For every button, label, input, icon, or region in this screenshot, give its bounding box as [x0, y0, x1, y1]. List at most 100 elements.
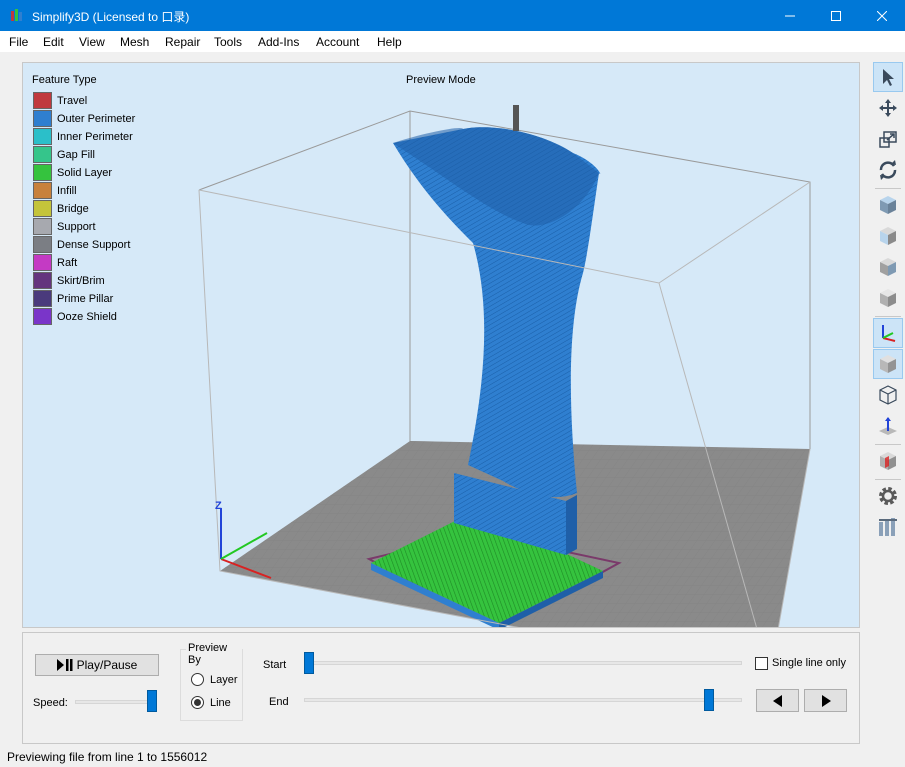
layer-radio[interactable]	[191, 673, 204, 686]
legend-label: Support	[57, 221, 96, 233]
rotate-tool-button[interactable]	[873, 155, 903, 185]
start-label: Start	[263, 659, 287, 671]
window-title: Simplify3D (Licensed to 口录)	[32, 10, 190, 24]
legend-swatch	[33, 308, 52, 325]
legend-label: Travel	[57, 95, 88, 107]
start-slider-thumb[interactable]	[304, 652, 314, 674]
front-view-button[interactable]	[873, 221, 903, 251]
menu-help[interactable]: Help	[377, 35, 402, 49]
select-arrow-icon	[883, 69, 894, 86]
legend-swatch	[33, 110, 52, 127]
viewport-frame: Z Feature Type Travel Outer Perimeter Inne…	[22, 62, 860, 628]
triangle-left-icon	[772, 694, 782, 707]
line-radio-label: Line	[210, 697, 231, 709]
legend-label: Prime Pillar	[57, 293, 114, 305]
speed-slider-thumb[interactable]	[147, 690, 157, 712]
end-slider[interactable]	[304, 698, 742, 702]
menu-view[interactable]: View	[79, 35, 105, 49]
end-slider-thumb[interactable]	[704, 689, 715, 711]
settings-button[interactable]	[873, 481, 903, 511]
toolbar-separator	[875, 316, 901, 317]
legend-swatch	[33, 146, 52, 163]
support-structures-button[interactable]	[873, 512, 903, 542]
wireframe-view-button[interactable]	[873, 380, 903, 410]
legend-swatch	[33, 290, 52, 307]
maximize-icon	[831, 10, 841, 21]
preview-by-label: Preview By	[186, 642, 242, 666]
legend-label: Ooze Shield	[57, 311, 117, 323]
legend-title: Feature Type	[32, 74, 97, 86]
toolbar-separator	[875, 479, 901, 480]
toolbar-separator	[875, 444, 901, 445]
speed-label: Speed:	[33, 697, 68, 709]
preview-viewport[interactable]: Z Feature Type Travel Outer Perimeter Inne…	[23, 63, 859, 627]
title-bar: Simplify3D (Licensed to 口录)	[0, 0, 905, 31]
play-pause-button[interactable]: Play/Pause	[35, 654, 159, 676]
rotate-icon	[879, 160, 897, 180]
legend-label: Outer Perimeter	[57, 113, 136, 125]
single-line-label: Single line only	[772, 657, 846, 669]
legend-swatch	[33, 218, 52, 235]
move-icon	[879, 99, 897, 117]
menu-add-ins[interactable]: Add-Ins	[258, 35, 299, 49]
line-radio[interactable]	[191, 696, 204, 709]
top-view-button[interactable]	[873, 190, 903, 220]
axes-toggle-icon	[882, 325, 896, 342]
iso-view-button[interactable]	[873, 283, 903, 313]
solid-view-button[interactable]	[873, 349, 903, 379]
legend-label: Solid Layer	[57, 167, 113, 179]
solid-cube-icon	[880, 355, 896, 373]
minimize-button[interactable]	[767, 0, 813, 31]
normals-view-button[interactable]	[873, 411, 903, 441]
settings-gear-icon	[879, 487, 897, 505]
menu-file[interactable]: File	[9, 35, 28, 49]
triangle-right-icon	[821, 694, 831, 707]
legend-swatch	[33, 254, 52, 271]
menu-bar: File Edit View Mesh Repair Tools Add-Ins…	[0, 31, 905, 52]
select-tool-button[interactable]	[873, 62, 903, 92]
legend-label: Skirt/Brim	[57, 275, 105, 287]
cube-front-view-icon	[880, 227, 896, 245]
menu-repair[interactable]: Repair	[165, 35, 200, 49]
move-tool-button[interactable]	[873, 93, 903, 123]
legend-label: Raft	[57, 257, 78, 269]
legend-label: Bridge	[57, 203, 89, 215]
preview-controls: Play/Pause Speed: Preview By Layer Line …	[22, 632, 860, 744]
legend-swatch	[33, 128, 52, 145]
side-view-button[interactable]	[873, 252, 903, 282]
status-text: Previewing file from line 1 to 1556012	[7, 750, 208, 764]
menu-mesh[interactable]: Mesh	[120, 35, 149, 49]
cube-top-view-icon	[880, 196, 896, 214]
menu-account[interactable]: Account	[316, 35, 359, 49]
end-label: End	[269, 696, 289, 708]
normals-icon	[879, 417, 897, 435]
maximize-button[interactable]	[813, 0, 859, 31]
legend-swatch	[33, 200, 52, 217]
legend-swatch	[33, 272, 52, 289]
step-forward-button[interactable]	[804, 689, 847, 712]
cross-section-icon	[880, 452, 896, 470]
cross-section-button[interactable]	[873, 446, 903, 476]
layer-radio-label: Layer	[210, 674, 238, 686]
legend-label: Infill	[57, 185, 77, 197]
play-pause-label: Play/Pause	[76, 658, 138, 672]
speed-slider[interactable]	[75, 700, 157, 704]
scale-tool-button[interactable]	[873, 124, 903, 154]
start-slider[interactable]	[304, 661, 742, 665]
legend-swatch	[33, 236, 52, 253]
menu-edit[interactable]: Edit	[43, 35, 64, 49]
nozzle	[513, 105, 519, 131]
legend-label: Gap Fill	[57, 149, 95, 161]
status-bar: Previewing file from line 1 to 1556012	[0, 746, 905, 767]
legend-label: Inner Perimeter	[57, 131, 133, 143]
step-back-button[interactable]	[756, 689, 799, 712]
simplify3d-logo-icon	[11, 9, 22, 21]
toolbar-separator	[875, 188, 901, 189]
single-line-checkbox[interactable]	[755, 657, 768, 670]
axes-toggle-button[interactable]	[873, 318, 903, 348]
close-button[interactable]	[859, 0, 905, 31]
legend-swatch	[33, 164, 52, 181]
build-volume-scene[interactable]: Z	[23, 63, 859, 627]
menu-tools[interactable]: Tools	[214, 35, 242, 49]
minimize-icon	[785, 15, 795, 16]
